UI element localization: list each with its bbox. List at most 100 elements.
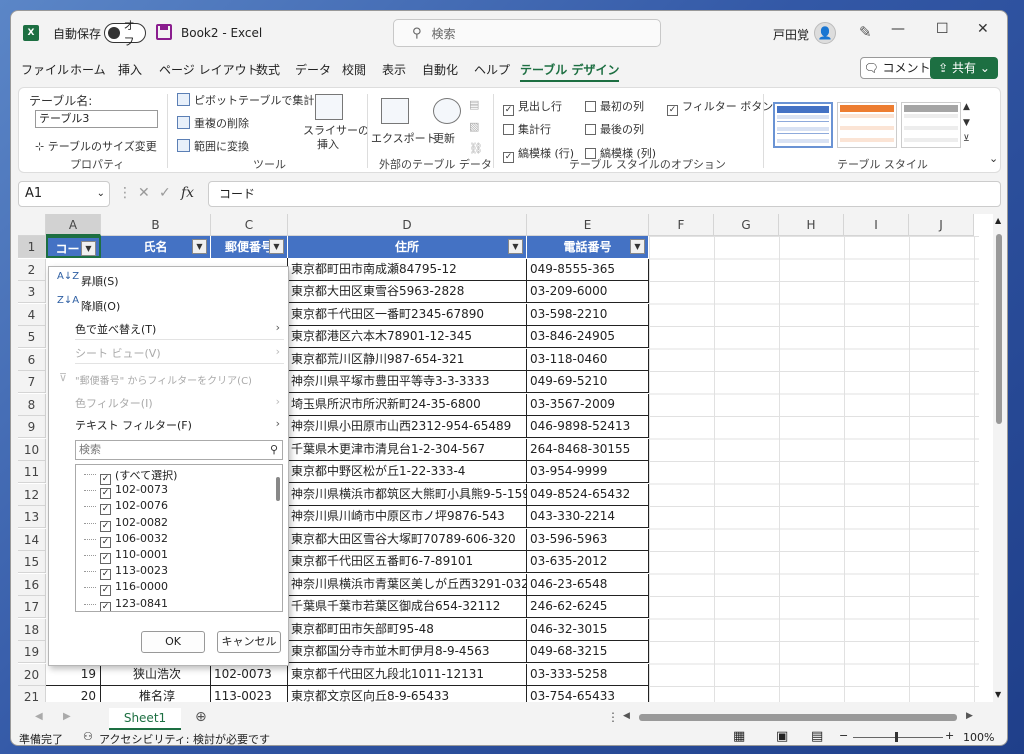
vertical-scrollbar[interactable]: ▲ ▼ [994,214,1004,702]
ok-button[interactable]: OK [141,631,205,653]
row-header[interactable]: 8 [18,393,46,416]
address-cell[interactable]: 神奈川県川崎市中原区市ノ坪9876-543 [288,506,527,528]
checkbox[interactable]: ✓ [100,569,111,581]
collapse-ribbon-icon[interactable]: ⌄ [989,152,998,165]
user-name[interactable]: 戸田覚 [773,26,809,43]
name-box[interactable]: A1 ⌄ [18,181,110,207]
col-header-d[interactable]: D [288,214,527,236]
address-cell[interactable]: 東京都千代田区一番町2345-67890 [288,303,527,326]
address-cell[interactable]: 千葉県千葉市若葉区御成台654-32112 [288,596,527,618]
filter-list-item[interactable]: ✓ 123-0841 [100,597,168,611]
header-address[interactable]: 住所 ▼ [288,236,527,258]
checkbox[interactable]: ✓ [100,520,111,532]
row-header[interactable]: 15 [18,551,46,573]
tab-page-layout[interactable]: ページ レイアウト [159,61,259,78]
row-header[interactable]: 14 [18,528,46,551]
row-header[interactable]: 12 [18,483,46,506]
row-header[interactable]: 2 [18,258,46,281]
col-header-b[interactable]: B [101,214,211,236]
phone-cell[interactable]: 03-754-65433 [527,686,649,702]
tab-data[interactable]: データ [295,61,331,78]
refresh-icon[interactable] [433,98,461,124]
zip-cell[interactable]: 102-0073 [211,663,288,686]
filter-list-item[interactable]: ✓ 110-0001 [100,548,168,564]
minimize-icon[interactable]: — [891,21,905,37]
filter-list-item[interactable]: ✓ 116-0000 [100,580,168,597]
phone-cell[interactable]: 03-954-9999 [527,461,649,483]
row-header[interactable]: 7 [18,371,46,393]
header-code[interactable]: コード ▼ [46,236,101,258]
header-zip[interactable]: 郵便番号 ▼ [211,236,288,258]
col-header-h[interactable]: H [779,214,844,236]
normal-view-icon[interactable]: ▦ [733,729,745,744]
address-cell[interactable]: 東京都中野区松が丘1-22-333-4 [288,461,527,483]
row-header[interactable]: 1 [18,236,46,258]
vertical-scroll-thumb[interactable] [996,234,1002,424]
name-cell[interactable]: 椎名淳 [101,686,211,702]
tab-insert[interactable]: 挿入 [118,61,142,78]
checkbox[interactable]: ✓ [100,536,111,548]
pen-icon[interactable]: ✎ [859,23,872,41]
filter-dropdown-icon[interactable]: ▼ [81,241,96,256]
zoom-level[interactable]: 100% [963,731,994,744]
col-header-g[interactable]: G [714,214,779,236]
row-header[interactable]: 16 [18,573,46,596]
slicer-label2[interactable]: 挿入 [317,136,339,152]
save-icon[interactable] [156,24,172,40]
address-cell[interactable]: 神奈川県平塚市豊田平等寺3-3-3333 [288,371,527,393]
tab-view[interactable]: 表示 [382,61,406,78]
resize-table-button[interactable]: ⊹ テーブルのサイズ変更 [35,138,157,154]
scroll-left-icon[interactable]: ◀ [623,711,630,721]
slicer-icon[interactable] [315,94,343,120]
sheet-tab-sheet1[interactable]: Sheet1 [109,708,181,730]
search-box[interactable]: ⚲ 検索 [393,19,661,47]
styles-scroll-up-icon[interactable]: ▲ [963,102,970,112]
maximize-icon[interactable]: ☐ [936,21,949,37]
page-layout-view-icon[interactable]: ▣ [776,729,788,744]
tab-file[interactable]: ファイル [21,61,69,78]
phone-cell[interactable]: 03-209-6000 [527,281,649,303]
row-header[interactable]: 10 [18,438,46,461]
phone-cell[interactable]: 046-23-6548 [527,573,649,596]
phone-cell[interactable]: 03-333-5258 [527,663,649,686]
banded-rows-checkbox[interactable]: ✓ 縞模様 (行) [503,145,574,163]
tab-automate[interactable]: 自動化 [422,61,458,78]
row-header[interactable]: 19 [18,641,46,663]
checkbox[interactable]: ✓ [100,585,111,597]
phone-cell[interactable]: 046-32-3015 [527,618,649,641]
phone-cell[interactable]: 03-118-0460 [527,348,649,371]
phone-cell[interactable]: 03-596-5963 [527,528,649,551]
phone-cell[interactable]: 03-598-2210 [527,303,649,326]
phone-cell[interactable]: 046-9898-52413 [527,416,649,438]
list-scroll-thumb[interactable] [276,477,280,501]
zoom-slider[interactable] [853,737,943,738]
pivot-button[interactable]: ピボットテーブルで集計 [177,92,314,108]
export-label[interactable]: エクスポート [371,130,437,146]
address-cell[interactable]: 東京都大田区雪谷大塚町70789-606-320 [288,528,527,551]
scroll-down-icon[interactable]: ▼ [995,690,1001,699]
autosave-toggle[interactable]: オフ [104,19,146,48]
col-header-f[interactable]: F [649,214,714,236]
address-cell[interactable]: 東京都千代田区九段北1011-12131 [288,663,527,686]
zoom-out-icon[interactable]: − [839,729,848,742]
col-header-c[interactable]: C [211,214,288,236]
last-column-checkbox[interactable]: 最後の列 [585,121,644,137]
col-header-i[interactable]: I [844,214,909,236]
row-header[interactable]: 6 [18,348,46,371]
header-phone[interactable]: 電話番号 ▼ [527,236,649,258]
table-style-gray[interactable] [901,102,961,148]
prev-sheet-icon[interactable]: ◀ [35,711,43,722]
empty-cells[interactable] [649,236,979,702]
row-header[interactable]: 20 [18,663,46,686]
remove-duplicates-button[interactable]: 重複の削除 [177,115,249,131]
row-header[interactable]: 9 [18,416,46,438]
row-header[interactable]: 4 [18,303,46,326]
table-style-orange[interactable] [837,102,897,148]
row-header[interactable]: 5 [18,326,46,348]
table-style-blue[interactable] [773,102,833,148]
address-cell[interactable]: 東京都大田区東雪谷5963-2828 [288,281,527,303]
sort-asc-item[interactable]: 昇順(S) [81,273,119,289]
filter-list-item[interactable]: ✓ 102-0082 [100,516,168,532]
code-cell[interactable]: 20 [46,686,101,702]
checkbox[interactable]: ✓ [100,601,111,611]
